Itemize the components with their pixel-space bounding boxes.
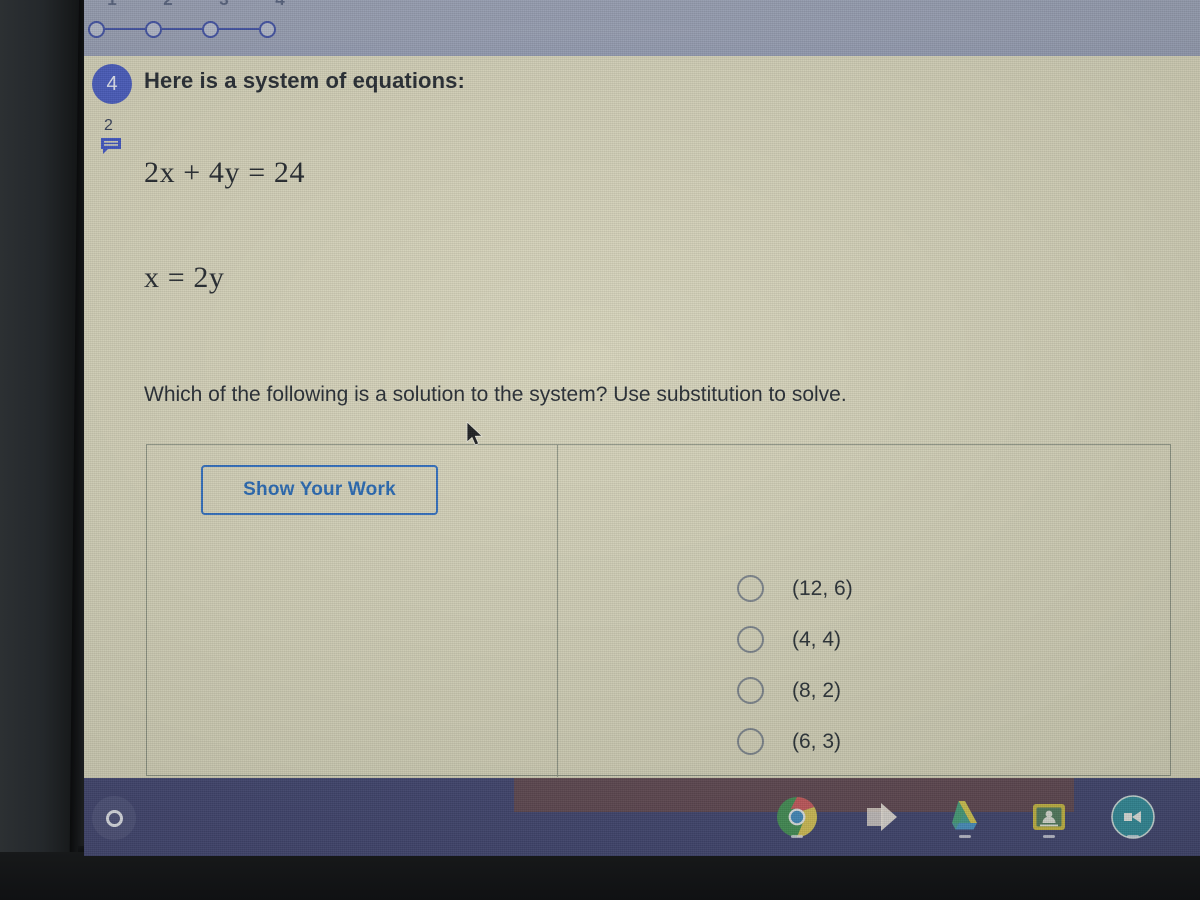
question-title: Here is a system of equations:	[144, 68, 465, 93]
classroom-running-dot	[1043, 835, 1055, 838]
panel-vertical-divider	[557, 445, 558, 777]
play-store-icon[interactable]	[858, 794, 904, 840]
chromeos-shelf	[84, 778, 1200, 856]
step-connector-1	[105, 28, 145, 30]
step-number-4: 4	[252, 0, 308, 9]
step-connector-2	[162, 28, 202, 30]
answer-options-list: (12, 6) (4, 4) (8, 2) (6, 3)	[737, 563, 853, 767]
question-prompt: Which of the following is a solution to …	[144, 383, 847, 406]
launcher-circle-icon	[105, 809, 123, 827]
option-label-4: (6, 3)	[792, 729, 842, 753]
step-number-1: 1	[84, 0, 140, 9]
answer-panel: Show Your Work (12, 6) (4, 4) (8, 2) (6,…	[146, 444, 1171, 777]
question-number-badge: 4	[92, 64, 132, 104]
step-dot-1[interactable]	[88, 20, 105, 38]
equation-two-text: x = 2y	[144, 261, 225, 294]
shelf-item-teal-app[interactable]	[1110, 786, 1156, 848]
chrome-icon[interactable]	[774, 794, 820, 840]
option-label-2: (4, 4)	[792, 627, 842, 651]
shelf-item-classroom[interactable]	[1026, 786, 1072, 848]
google-drive-icon[interactable]	[942, 794, 988, 840]
chrome-running-dot	[791, 835, 803, 838]
comment-bubble-icon	[101, 138, 121, 154]
step-dot-3[interactable]	[202, 20, 219, 38]
option-label-3: (8, 2)	[792, 678, 842, 702]
option-row-3[interactable]: (8, 2)	[737, 665, 853, 716]
laptop-bezel-bottom	[0, 852, 1200, 900]
comment-count: 2	[104, 117, 113, 134]
option-row-4[interactable]: (6, 3)	[737, 716, 853, 767]
shelf-icon-row	[774, 786, 1156, 848]
equation-two: x = 2y	[144, 261, 225, 295]
step-numbers-row: 1 2 3 4	[84, 0, 344, 9]
equation-one-text: 2x + 4y = 24	[144, 156, 306, 189]
shelf-item-drive[interactable]	[942, 786, 988, 848]
shelf-item-play-store[interactable]	[858, 786, 904, 848]
radio-button-3[interactable]	[737, 677, 764, 704]
launcher-button[interactable]	[92, 796, 136, 840]
step-dot-4[interactable]	[259, 20, 276, 38]
worksheet-body: 4 2 Here is a system of equations: 2x + …	[84, 56, 1200, 778]
step-connector-3	[219, 28, 259, 30]
radio-button-1[interactable]	[737, 575, 764, 602]
step-number-2: 2	[140, 0, 196, 9]
google-classroom-icon[interactable]	[1026, 794, 1072, 840]
option-row-1[interactable]: (12, 6)	[737, 563, 853, 614]
teal-app-running-dot	[1127, 835, 1139, 838]
step-dot-2[interactable]	[145, 20, 162, 38]
teal-app-icon[interactable]	[1110, 794, 1156, 840]
shelf-item-chrome[interactable]	[774, 786, 820, 848]
photo-of-laptop-screen: 1 2 3 4 4 2	[0, 0, 1200, 900]
option-label-1: (12, 6)	[792, 576, 853, 600]
radio-button-2[interactable]	[737, 626, 764, 653]
progress-header-band: 1 2 3 4	[84, 0, 1200, 56]
drive-running-dot	[959, 835, 971, 838]
progress-step-track	[88, 17, 276, 41]
comment-indicator[interactable]: 2	[100, 118, 144, 160]
laptop-bezel-left	[0, 0, 78, 900]
option-row-2[interactable]: (4, 4)	[737, 614, 853, 665]
radio-button-4[interactable]	[737, 728, 764, 755]
step-number-3: 3	[196, 0, 252, 9]
laptop-screen: 1 2 3 4 4 2	[84, 0, 1200, 856]
equation-one: 2x + 4y = 24	[144, 156, 305, 190]
show-your-work-button[interactable]: Show Your Work	[201, 465, 438, 515]
